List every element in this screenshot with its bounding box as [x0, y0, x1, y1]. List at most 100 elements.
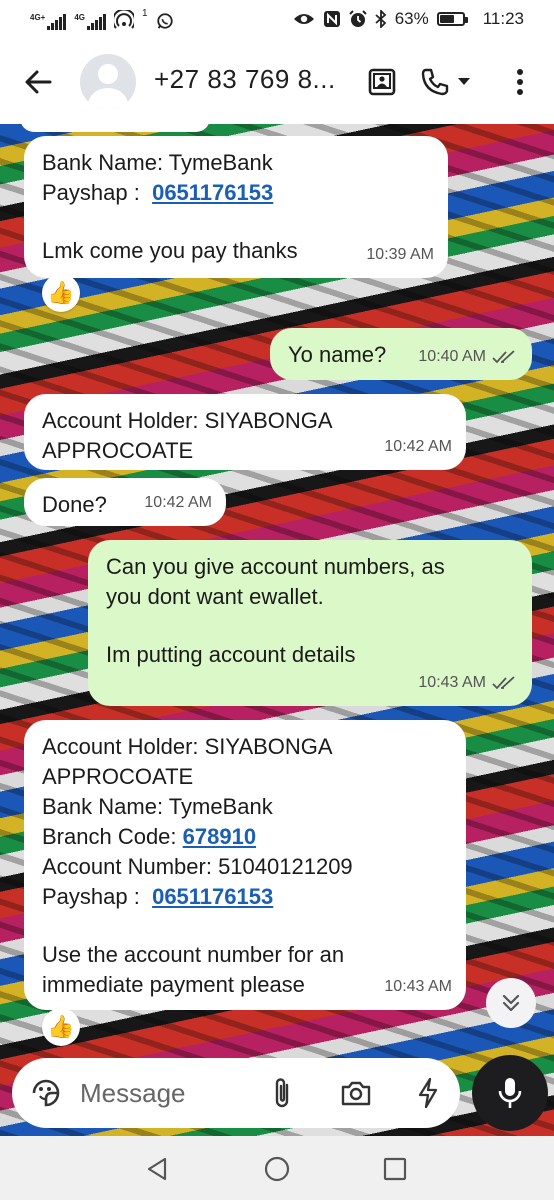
hotspot-icon [114, 10, 135, 29]
message-bubble-incoming[interactable]: Account Holder: SIYABONGA APPROCOATE Bank … [24, 720, 466, 1010]
message-line: Bank Name: TymeBank [42, 792, 448, 822]
message-bubble-incoming[interactable]: Done? 10:42 AM [24, 478, 226, 526]
voice-message-button[interactable] [472, 1055, 548, 1131]
arrow-left-icon [25, 70, 52, 94]
triangle-back-icon [147, 1157, 167, 1181]
message-line: you dont want ewallet. [106, 582, 514, 612]
alarm-icon [348, 10, 367, 27]
sim2-signal-icon: 4G [74, 13, 107, 30]
read-receipt-icon [492, 350, 515, 364]
message-composer: Message [12, 1058, 460, 1128]
message-text: Done? [42, 492, 107, 517]
battery-icon [436, 12, 468, 26]
contact-avatar[interactable] [80, 54, 136, 110]
message-text: Account Holder: SIYABONGA [42, 408, 333, 433]
contact-card-icon [368, 68, 396, 96]
message-text: APPROCOATE [42, 438, 194, 463]
message-bubble-incoming[interactable]: Account Holder: SIYABONGA APPROCOATE 10:42… [24, 394, 466, 470]
message-timestamp: 10:42 AM [384, 432, 452, 462]
reaction-badge[interactable]: 👍 [42, 274, 80, 312]
sim2-network-tag: 4G [74, 13, 86, 22]
contact-title[interactable]: +27 83 769 8... [154, 64, 336, 95]
message-line: Bank Name: TymeBank [42, 148, 430, 178]
message-line: Account Number: 51040121209 [42, 852, 448, 882]
message-line: Payshap : 0651176153 [42, 882, 448, 912]
message-line: Payshap : 0651176153 [42, 178, 430, 208]
message-time: 10:42 AM [144, 494, 212, 511]
sim1-network-tag: 4G+ [30, 13, 46, 22]
message-list[interactable]: Bank Name: TymeBank Payshap : 0651176153 L… [0, 124, 554, 1136]
call-button[interactable] [420, 62, 470, 102]
phone-icon [421, 68, 449, 96]
reaction-badge[interactable]: 👍 [42, 1008, 80, 1046]
thumbs-up-icon: 👍 [47, 1014, 75, 1039]
more-options-button[interactable] [500, 62, 540, 102]
sticker-button[interactable] [26, 1073, 66, 1113]
double-chevron-down-icon [502, 994, 520, 1012]
chevron-down-icon [458, 78, 470, 85]
lightning-icon [418, 1077, 438, 1109]
attach-button[interactable] [264, 1075, 300, 1111]
read-receipt-icon [492, 676, 515, 690]
hotspot-count: 1 [142, 8, 148, 19]
sim1-signal-icon: 4G+ [30, 13, 67, 30]
message-timestamp: 10:43 AM [384, 972, 452, 1002]
quick-actions-button[interactable] [410, 1075, 446, 1111]
camera-button[interactable] [338, 1075, 374, 1111]
message-time: 10:43 AM [418, 674, 486, 691]
message-line: Branch Code: 678910 [42, 822, 448, 852]
microphone-icon [498, 1078, 522, 1108]
message-text: Use the account number for an [42, 942, 345, 967]
message-timestamp: 10:39 AM [366, 240, 434, 270]
message-time: 10:43 AM [384, 978, 452, 995]
phone-number-link[interactable]: 0651176153 [152, 884, 273, 909]
nav-home-button[interactable] [260, 1152, 294, 1186]
thumbs-up-icon: 👍 [47, 280, 75, 305]
eye-comfort-icon [293, 14, 314, 24]
message-bubble-outgoing[interactable]: Can you give account numbers, as you dont… [88, 540, 532, 706]
back-button[interactable] [18, 62, 58, 102]
battery-percent: 63% [394, 9, 429, 28]
status-bar: 4G+ 4G 1 63% 11:23 [0, 0, 554, 40]
message-bubble-outgoing[interactable]: Yo name? 10:40 AM [270, 328, 532, 380]
system-navigation-bar [0, 1136, 554, 1200]
message-text: Yo name? [288, 342, 387, 367]
status-time: 11:23 [482, 9, 524, 28]
message-text: Bank Name: TymeBank [42, 150, 273, 175]
message-text: Payshap : [42, 180, 153, 205]
message-text: Lmk come you pay thanks [42, 238, 298, 263]
message-text: immediate payment please [42, 972, 305, 997]
message-text: Bank Name: TymeBank [42, 794, 273, 819]
square-recents-icon [383, 1157, 407, 1181]
message-text: Account Number: 51040121209 [42, 854, 353, 879]
conversation-header: +27 83 769 8... [0, 40, 554, 124]
message-text: Branch Code: [42, 824, 183, 849]
message-time: 10:40 AM [418, 348, 486, 365]
contact-card-button[interactable] [362, 62, 402, 102]
message-bubble-incoming[interactable]: Bank Name: TymeBank Payshap : 0651176153 L… [24, 136, 448, 278]
message-timestamp: 10:40 AM [418, 342, 518, 372]
nfc-icon [323, 11, 340, 27]
phone-number-link[interactable]: 678910 [183, 824, 256, 849]
message-timestamp: 10:42 AM [144, 488, 212, 518]
message-text: Im putting account details [106, 642, 356, 667]
message-text: Payshap : [42, 884, 153, 909]
camera-icon [341, 1081, 371, 1106]
sticker-icon [32, 1079, 60, 1107]
message-timestamp: 10:43 AM [418, 668, 518, 698]
message-bubble-partial [20, 124, 210, 132]
message-text: Can you give account numbers, as [106, 554, 445, 579]
message-text: Account Holder: SIYABONGA [42, 734, 333, 759]
message-text: APPROCOATE [42, 764, 194, 789]
message-line: Account Holder: SIYABONGA [42, 732, 448, 762]
message-input[interactable]: Message [80, 1078, 186, 1109]
message-time: 10:42 AM [384, 438, 452, 455]
nav-back-button[interactable] [140, 1152, 174, 1186]
scroll-to-bottom-button[interactable] [486, 978, 536, 1028]
bluetooth-icon [375, 10, 386, 28]
nav-recents-button[interactable] [378, 1152, 412, 1186]
circle-home-icon [264, 1156, 290, 1182]
phone-number-link[interactable]: 0651176153 [152, 180, 273, 205]
